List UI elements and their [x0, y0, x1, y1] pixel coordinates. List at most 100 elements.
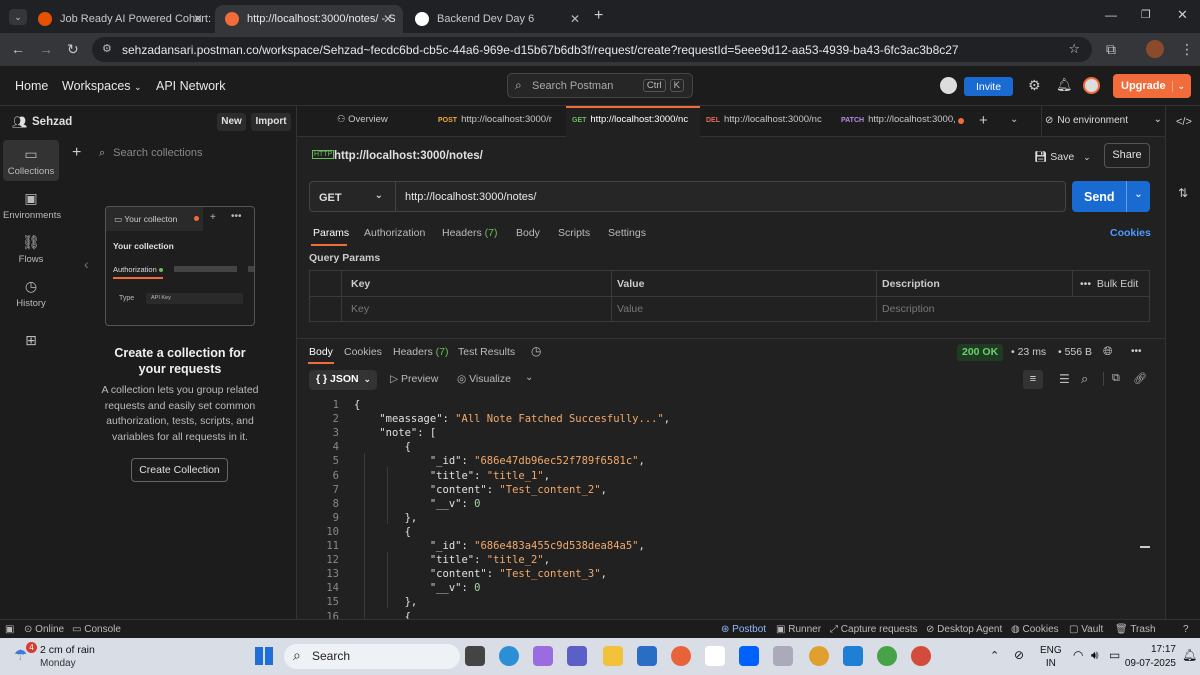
desktop-agent-button[interactable]: ⊘ Desktop Agent: [926, 624, 1002, 635]
bulk-edit-button[interactable]: ••• Bulk Edit: [1080, 278, 1138, 290]
tab-scripts[interactable]: Scripts: [558, 227, 590, 239]
browser-tab-backend[interactable]: Backend Dev Day 6 ✕: [405, 5, 590, 33]
response-tab-headers[interactable]: Headers (7): [393, 346, 448, 358]
tab-delete-request[interactable]: DEL http://localhost:3000/nc: [706, 114, 822, 125]
request-url-input[interactable]: http://localhost:3000/notes/: [395, 181, 1066, 212]
code-icon[interactable]: </>: [1176, 116, 1192, 128]
forward-icon[interactable]: →: [39, 41, 53, 57]
more-icon[interactable]: •••: [1131, 346, 1142, 357]
response-tab-body[interactable]: Body: [309, 346, 333, 358]
tab-search-icon[interactable]: ⌄: [9, 9, 27, 25]
scrollbar-thumb[interactable]: [1140, 546, 1150, 548]
new-tab-icon[interactable]: +: [594, 7, 603, 25]
extensions-icon[interactable]: ⧉: [1106, 41, 1116, 58]
visualize-button[interactable]: ◎ Visualize: [457, 373, 511, 385]
sidebar-toggle-icon[interactable]: ▣: [5, 624, 14, 635]
search-icon[interactable]: ⌕: [1081, 371, 1088, 387]
upgrade-button[interactable]: Upgrade ⌄: [1113, 74, 1191, 98]
format-select[interactable]: { } JSON ⌄: [309, 370, 377, 390]
tab-patch-request[interactable]: PATCH http://localhost:3000,: [841, 114, 956, 125]
postbot-icon[interactable]: [940, 77, 957, 94]
close-window-icon[interactable]: ✕: [1177, 7, 1188, 23]
network-globe-icon[interactable]: 🌐︎: [1103, 344, 1113, 359]
close-icon[interactable]: ✕: [193, 12, 203, 26]
settings-gear-icon[interactable]: ⚙: [1028, 77, 1041, 94]
menu-icon[interactable]: ⋮: [1180, 41, 1194, 58]
cookies-button[interactable]: ◍ Cookies: [1011, 624, 1059, 635]
description-input[interactable]: Description: [882, 303, 935, 315]
close-icon[interactable]: ✕: [570, 12, 580, 26]
search-postman-input[interactable]: ⌕ Search Postman Ctrl K: [507, 73, 693, 98]
profile-avatar[interactable]: [1146, 40, 1164, 58]
tab-params[interactable]: Params: [313, 227, 349, 239]
site-info-icon[interactable]: ⚙: [102, 42, 112, 55]
restore-icon[interactable]: ❐: [1141, 8, 1151, 21]
browser-tab-postman[interactable]: http://localhost:3000/notes/ - S ✕: [215, 5, 403, 33]
invite-button[interactable]: Invite: [964, 77, 1013, 96]
url-input[interactable]: ⚙ sehzadansari.postman.co/workspace/Sehz…: [92, 37, 1092, 62]
create-collection-button[interactable]: Create Collection: [131, 458, 228, 482]
active-request-tab[interactable]: GET http://localhost:3000/nc: [566, 106, 700, 137]
history-icon[interactable]: ◷: [531, 344, 541, 358]
vpn-icon[interactable]: ⊘: [1014, 648, 1024, 662]
chevron-down-icon[interactable]: ⌄: [1010, 114, 1018, 125]
drive-icon[interactable]: [773, 646, 793, 666]
minimize-icon[interactable]: —: [1105, 8, 1117, 22]
home-link[interactable]: Home: [15, 79, 48, 93]
capture-requests-button[interactable]: ⤢ Capture requests: [830, 624, 918, 635]
tab-body[interactable]: Body: [516, 227, 540, 239]
close-icon[interactable]: ✕: [383, 12, 393, 26]
tab-settings[interactable]: Settings: [608, 227, 646, 239]
help-icon[interactable]: ?: [1183, 624, 1189, 635]
share-button[interactable]: Share: [1104, 143, 1150, 168]
link-icon[interactable]: 🔗︎: [1133, 372, 1147, 385]
weather-text[interactable]: 2 cm of rain: [40, 644, 95, 656]
save-button[interactable]: 💾︎ Save ⌄: [1034, 150, 1091, 163]
bookmark-star-icon[interactable]: ☆: [1068, 41, 1080, 57]
windows-start-icon[interactable]: [255, 647, 273, 665]
workspaces-menu[interactable]: Workspaces ⌄: [62, 79, 142, 93]
tab-post-request[interactable]: POST http://localhost:3000/r: [438, 114, 552, 125]
search-collections-input[interactable]: ⌕ Search collections: [93, 142, 293, 164]
postbot-button[interactable]: ⊛ Postbot: [721, 624, 766, 635]
sidebar-item-flows[interactable]: ⛓ Flows: [3, 234, 59, 265]
avatar[interactable]: [1083, 77, 1100, 94]
task-view-icon[interactable]: [465, 646, 485, 666]
volume-icon[interactable]: 🔊︎: [1091, 648, 1099, 663]
firefox-icon[interactable]: [671, 646, 691, 666]
console-button[interactable]: ▭ Console: [72, 624, 121, 635]
chevron-up-icon[interactable]: ⌃: [990, 649, 999, 662]
environment-selector[interactable]: ⊘ No environment ⌄: [1041, 106, 1165, 137]
method-select[interactable]: GET ⌄: [309, 181, 395, 212]
browser-tab-cohort[interactable]: Job Ready AI Powered Cohort: W ✕: [28, 5, 213, 33]
filter-icon[interactable]: ☰: [1059, 372, 1070, 386]
back-icon[interactable]: ←: [11, 41, 25, 57]
language-indicator[interactable]: ENG IN: [1040, 644, 1062, 670]
related-icon[interactable]: ⇅: [1178, 186, 1188, 200]
teams-icon[interactable]: [567, 646, 587, 666]
status-badge[interactable]: 200 OK: [957, 344, 1004, 361]
cookies-link[interactable]: Cookies: [1110, 227, 1151, 239]
store-icon[interactable]: [637, 646, 657, 666]
api-network-link[interactable]: API Network: [156, 79, 225, 93]
response-body-editor[interactable]: 1 {2 "meassage": "All Note Fatched Succes…: [297, 394, 1147, 619]
file-explorer-icon[interactable]: [603, 646, 623, 666]
response-tab-cookies[interactable]: Cookies: [344, 346, 382, 358]
new-button[interactable]: New: [217, 113, 246, 131]
mongodb-icon[interactable]: [877, 646, 897, 666]
new-tab-icon[interactable]: +: [979, 112, 988, 129]
sidebar-item-history[interactable]: ◷ History: [3, 278, 59, 309]
add-collection-icon[interactable]: +: [72, 144, 81, 162]
send-button[interactable]: Send ⌄: [1072, 181, 1150, 212]
chevron-left-icon[interactable]: ‹: [84, 256, 89, 272]
sidebar-item-environments[interactable]: ▣ Environments: [3, 190, 61, 221]
battery-icon[interactable]: ▭: [1109, 648, 1120, 662]
online-status[interactable]: ⊙ Online: [24, 624, 64, 635]
edge-icon[interactable]: [499, 646, 519, 666]
copilot-icon[interactable]: [533, 646, 553, 666]
preview-button[interactable]: ▷ Preview: [390, 373, 438, 385]
vscode-icon[interactable]: [843, 646, 863, 666]
chrome-icon[interactable]: [809, 646, 829, 666]
response-size[interactable]: • 556 B: [1058, 346, 1092, 358]
notification-bell-icon[interactable]: 🔔︎: [1056, 77, 1073, 93]
